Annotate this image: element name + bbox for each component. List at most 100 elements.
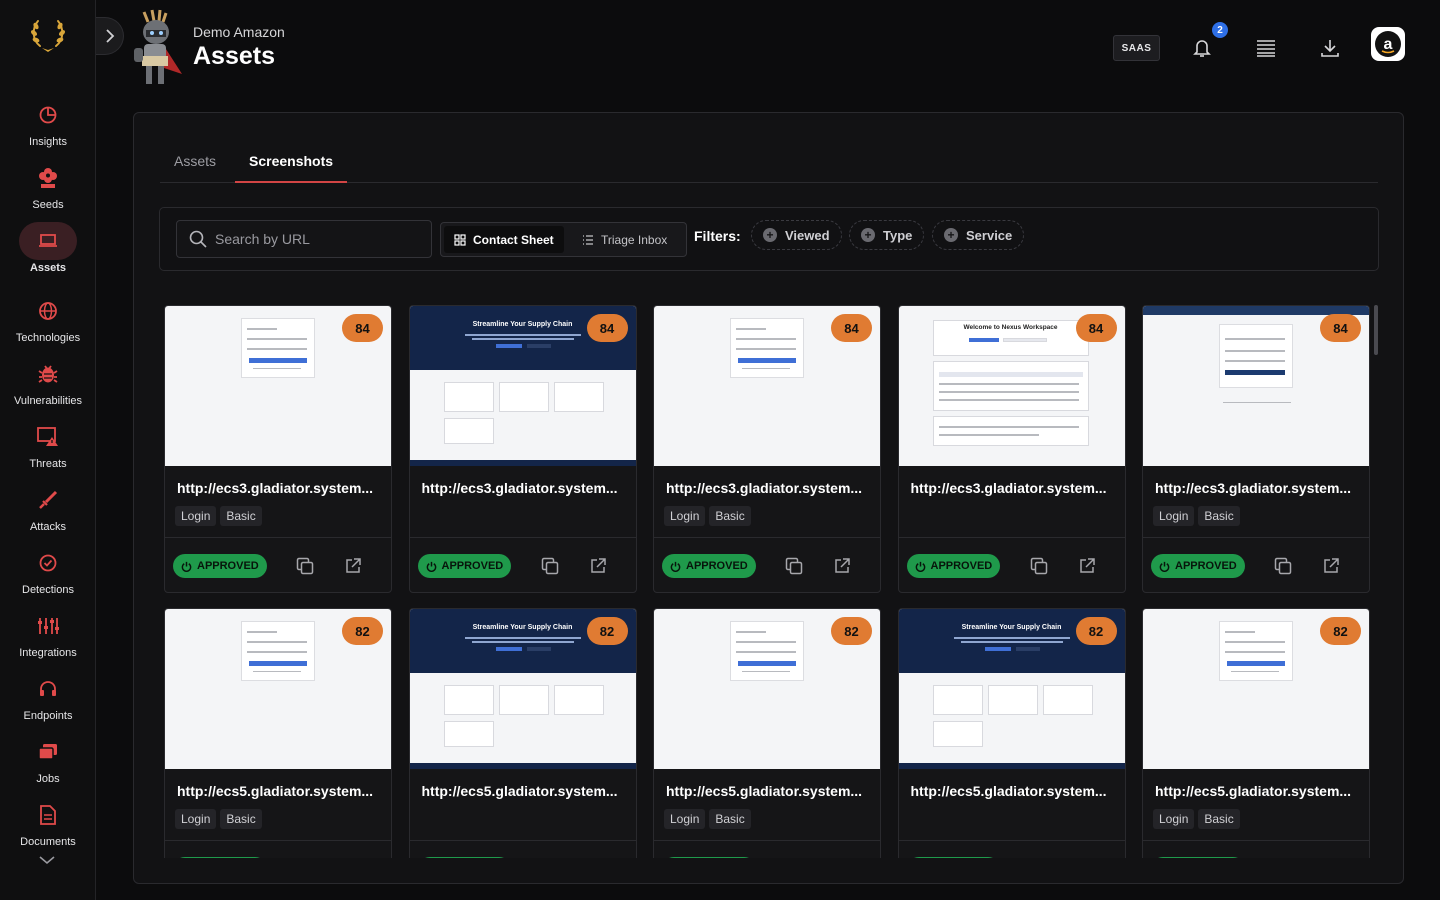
search-input[interactable] — [215, 231, 425, 247]
screenshot-card[interactable]: 82 http://ecs5.gladiator.system... Login… — [164, 608, 392, 858]
screenshot-card[interactable]: 84 http://ecs3.gladiator.system... Login… — [1142, 305, 1370, 593]
filter-chip-type[interactable]: + Type — [849, 220, 925, 250]
account-avatar-button[interactable]: a — [1371, 27, 1405, 61]
grid-scrollbar[interactable] — [1374, 305, 1378, 858]
approved-status-button[interactable]: APPROVED — [906, 857, 1001, 858]
tag-chip[interactable]: Login — [1153, 809, 1195, 829]
approved-status-button[interactable]: APPROVED — [1151, 857, 1245, 858]
sidebar-item-documents[interactable]: Documents — [0, 796, 96, 854]
card-url[interactable]: http://ecs3.gladiator.system... — [666, 480, 870, 496]
sidebar-item-integrations[interactable]: Integrations — [0, 607, 96, 665]
scroll-thumb[interactable] — [1374, 305, 1378, 355]
power-icon — [426, 561, 436, 572]
approved-status-button[interactable]: APPROVED — [173, 554, 267, 578]
globe-icon — [39, 302, 57, 320]
tab-assets[interactable]: Assets — [174, 153, 216, 169]
external-link-icon[interactable] — [1322, 557, 1340, 575]
search-icon — [189, 230, 207, 248]
filter-chip-service[interactable]: + Service — [932, 220, 1025, 250]
sidebar-item-label: Assets — [29, 262, 67, 274]
tag-chip[interactable]: Login — [175, 506, 217, 526]
sidebar-item-assets[interactable]: Assets — [0, 222, 96, 280]
card-url[interactable]: http://ecs3.gladiator.system... — [911, 480, 1115, 496]
screenshot-card[interactable]: Welcome to Nexus Workspace 84 http://ecs… — [897, 305, 1126, 593]
screenshot-card[interactable]: 82 http://ecs5.gladiator.system... Login… — [653, 608, 881, 858]
tag-chip[interactable]: Basic — [1198, 809, 1240, 829]
sidebar-item-attacks[interactable]: Attacks — [0, 481, 96, 539]
power-icon — [1159, 561, 1170, 572]
score-badge: 84 — [342, 314, 383, 342]
approved-status-button[interactable]: APPROVED — [417, 554, 512, 578]
copy-icon[interactable] — [1274, 557, 1292, 575]
sidebar-collapse-button[interactable] — [96, 17, 124, 55]
screenshot-card[interactable]: Streamline Your Supply Chain 82 http://e… — [897, 608, 1126, 858]
filter-chip-viewed[interactable]: + Viewed — [751, 220, 842, 250]
screenshot-card[interactable]: 84 http://ecs3.gladiator.system... Login… — [164, 305, 392, 593]
external-link-icon[interactable] — [1078, 557, 1096, 575]
tag-chip[interactable]: Login — [1153, 506, 1195, 526]
sidebar-item-threats[interactable]: Threats — [0, 418, 96, 476]
tag-chip[interactable]: Basic — [220, 506, 262, 526]
saas-badge[interactable]: SAAS — [1113, 35, 1160, 61]
card-url[interactable]: http://ecs3.gladiator.system... — [1155, 480, 1359, 496]
tag-chip[interactable]: Basic — [709, 506, 751, 526]
card-tags: Login Basic — [1153, 809, 1240, 829]
approved-status-button[interactable]: APPROVED — [906, 554, 1001, 578]
sidebar-item-insights[interactable]: Insights — [0, 96, 96, 154]
external-link-icon[interactable] — [833, 557, 851, 575]
svg-text:a: a — [1384, 36, 1393, 53]
copy-icon[interactable] — [541, 557, 559, 575]
approved-status-button[interactable]: APPROVED — [662, 857, 756, 858]
external-link-icon[interactable] — [344, 557, 362, 575]
copy-icon[interactable] — [1030, 557, 1048, 575]
tab-screenshots[interactable]: Screenshots — [249, 153, 333, 169]
copy-icon[interactable] — [785, 557, 803, 575]
status-label: APPROVED — [197, 560, 259, 572]
card-url[interactable]: http://ecs3.gladiator.system... — [422, 480, 626, 496]
sidebar-item-label: Vulnerabilities — [13, 395, 83, 407]
card-url[interactable]: http://ecs5.gladiator.system... — [177, 783, 381, 799]
organization-name: Demo Amazon — [193, 24, 285, 40]
approved-status-button[interactable]: APPROVED — [1151, 554, 1245, 578]
card-url[interactable]: http://ecs5.gladiator.system... — [422, 783, 626, 799]
menu-list-button[interactable] — [1252, 34, 1280, 62]
card-url[interactable]: http://ecs5.gladiator.system... — [911, 783, 1115, 799]
download-button[interactable] — [1316, 34, 1344, 62]
screenshot-card[interactable]: Streamline Your Supply Chain 82 http://e… — [408, 608, 637, 858]
sidebar-item-detections[interactable]: Detections — [0, 544, 96, 602]
tag-chip[interactable]: Login — [664, 809, 706, 829]
copy-icon[interactable] — [296, 557, 314, 575]
notification-count-badge: 2 — [1212, 22, 1228, 38]
triage-inbox-button[interactable]: Triage Inbox — [572, 226, 677, 253]
pie-chart-icon — [39, 106, 57, 124]
check-circle-icon — [39, 554, 57, 572]
card-url[interactable]: http://ecs3.gladiator.system... — [177, 480, 381, 496]
screenshot-card[interactable]: 84 http://ecs3.gladiator.system... Login… — [653, 305, 881, 593]
approved-status-button[interactable]: APPROVED — [662, 554, 756, 578]
approved-status-button[interactable]: APPROVED — [173, 857, 267, 858]
tag-chip[interactable]: Login — [175, 809, 217, 829]
tag-chip[interactable]: Basic — [1198, 506, 1240, 526]
tag-chip[interactable]: Basic — [709, 809, 751, 829]
screenshots-panel: Assets Screenshots Contact Sheet Triage … — [133, 112, 1404, 884]
sidebar-item-seeds[interactable]: Seeds — [0, 159, 96, 217]
laurel-logo-icon[interactable] — [28, 16, 68, 54]
score-badge: 82 — [1320, 617, 1361, 645]
tag-chip[interactable]: Login — [664, 506, 706, 526]
nav-scroll-down-button[interactable] — [38, 852, 56, 870]
card-tags: Login Basic — [664, 809, 751, 829]
tag-chip[interactable]: Basic — [220, 809, 262, 829]
card-url[interactable]: http://ecs5.gladiator.system... — [1155, 783, 1359, 799]
screenshot-card[interactable]: Streamline Your Supply Chain 84 http://e… — [408, 305, 637, 593]
screenshot-card[interactable]: 82 http://ecs5.gladiator.system... Login… — [1142, 608, 1370, 858]
approved-status-button[interactable]: APPROVED — [417, 857, 512, 858]
contact-sheet-button[interactable]: Contact Sheet — [444, 226, 564, 253]
notifications-button[interactable] — [1188, 34, 1216, 62]
sidebar-item-technologies[interactable]: Technologies — [0, 292, 96, 350]
sidebar-item-endpoints[interactable]: Endpoints — [0, 670, 96, 728]
stack-icon — [38, 744, 57, 760]
external-link-icon[interactable] — [589, 557, 607, 575]
card-url[interactable]: http://ecs5.gladiator.system... — [666, 783, 870, 799]
sidebar-item-jobs[interactable]: Jobs — [0, 733, 96, 791]
sidebar-item-vulnerabilities[interactable]: Vulnerabilities — [0, 355, 96, 413]
